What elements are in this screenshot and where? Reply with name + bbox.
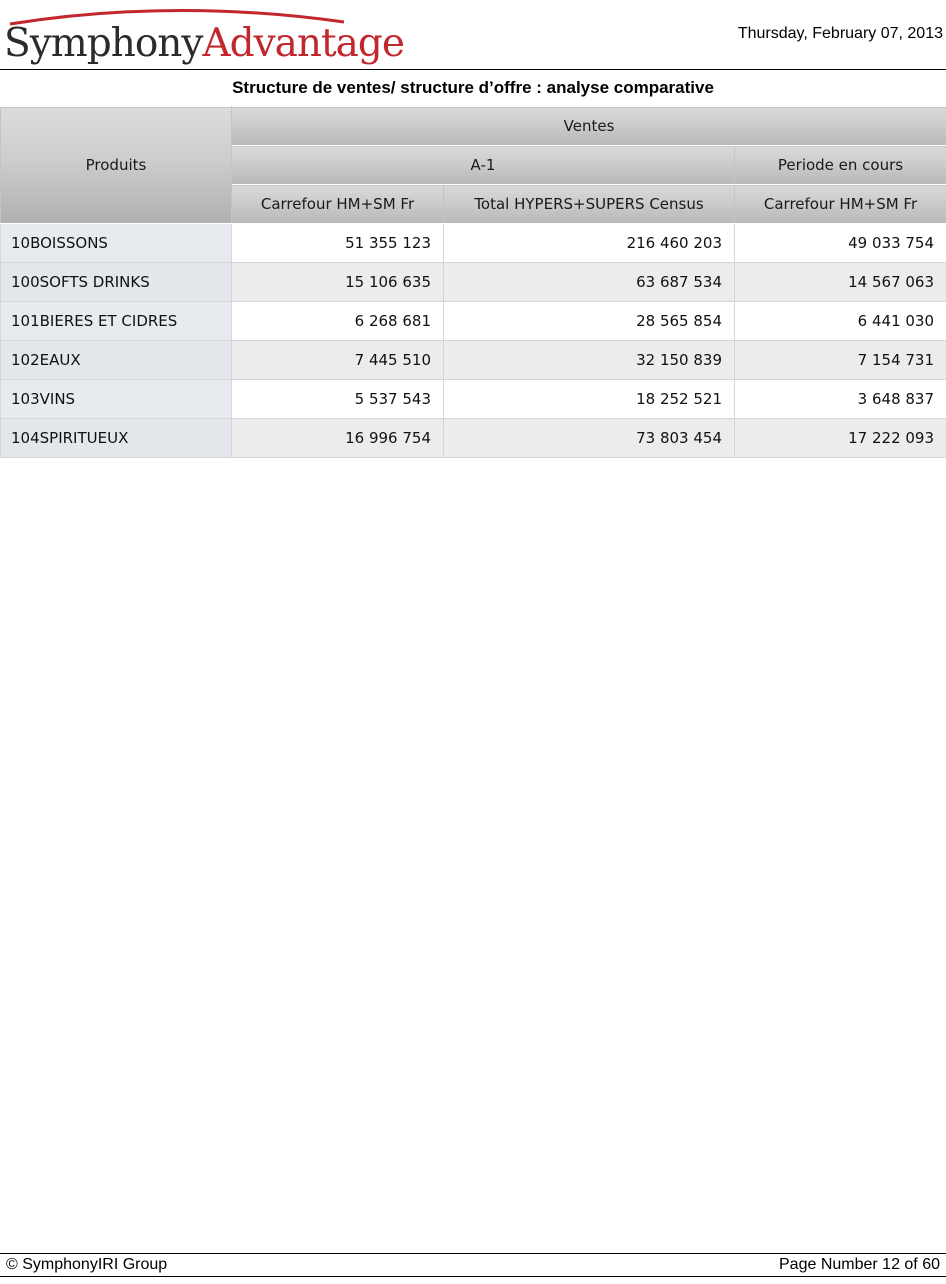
table-row: 100SOFTS DRINKS 15 106 635 63 687 534 14… [0, 262, 946, 302]
table-row: 10BOISSONS 51 355 123 216 460 203 49 033… [0, 223, 946, 263]
logo-word-symphony: Symphony [4, 21, 203, 66]
cell-value: 28 565 854 [443, 301, 735, 341]
cell-value: 6 441 030 [733, 301, 946, 341]
table-row: 102EAUX 7 445 510 32 150 839 7 154 731 [0, 340, 946, 380]
cell-value: 5 537 543 [231, 379, 444, 419]
cell-value: 17 222 093 [733, 418, 946, 458]
table-row: 103VINS 5 537 543 18 252 521 3 648 837 [0, 379, 946, 419]
row-label: 103VINS [0, 379, 232, 419]
copyright-text: © SymphonyIRI Group [6, 1256, 168, 1273]
column-header-period-a1: A-1 [231, 145, 735, 185]
cell-value: 63 687 534 [443, 262, 735, 302]
column-header-ventes: Ventes [230, 106, 946, 146]
row-label: 101BIERES ET CIDRES [0, 301, 232, 341]
cell-value: 16 996 754 [231, 418, 444, 458]
page-number: Page Number 12 of 60 [779, 1256, 940, 1273]
cell-value: 6 268 681 [231, 301, 444, 341]
cell-value: 15 106 635 [231, 262, 444, 302]
row-label: 102EAUX [0, 340, 232, 380]
report-date: Thursday, February 07, 2013 [737, 25, 943, 42]
cell-value: 18 252 521 [443, 379, 735, 419]
logo-wordmark: SymphonyAdvantage [4, 20, 405, 68]
row-label: 100SOFTS DRINKS [0, 262, 232, 302]
report-title: Structure de ventes/ structure d’offre :… [232, 78, 714, 97]
symphony-advantage-logo: SymphonyAdvantage [4, 4, 405, 68]
cell-value: 216 460 203 [443, 223, 735, 263]
table-body: 10BOISSONS 51 355 123 216 460 203 49 033… [0, 223, 946, 458]
table-row: 104SPIRITUEUX 16 996 754 73 803 454 17 2… [0, 418, 946, 458]
column-header-period-current: Periode en cours [733, 145, 946, 185]
logo-word-advantage: Advantage [202, 21, 405, 66]
column-header-produits: Produits [0, 106, 232, 224]
column-header-market-carrefour-current: Carrefour HM+SM Fr [733, 184, 946, 224]
cell-value: 3 648 837 [733, 379, 946, 419]
row-label: 10BOISSONS [0, 223, 232, 263]
row-label: 104SPIRITUEUX [0, 418, 232, 458]
cell-value: 14 567 063 [733, 262, 946, 302]
sales-structure-table-container: Produits Ventes A-1 Periode en cours Car… [0, 106, 946, 458]
table-row: 101BIERES ET CIDRES 6 268 681 28 565 854… [0, 301, 946, 341]
column-header-market-total-census: Total HYPERS+SUPERS Census [443, 184, 735, 224]
cell-value: 32 150 839 [443, 340, 735, 380]
page-footer: © SymphonyIRI Group Page Number 12 of 60 [0, 1253, 946, 1277]
cell-value: 73 803 454 [443, 418, 735, 458]
column-header-market-carrefour-a1: Carrefour HM+SM Fr [231, 184, 444, 224]
cell-value: 7 154 731 [733, 340, 946, 380]
cell-value: 51 355 123 [231, 223, 444, 263]
header-row-measure: Produits Ventes [0, 106, 946, 224]
cell-value: 7 445 510 [231, 340, 444, 380]
cell-value: 49 033 754 [733, 223, 946, 263]
page-header: SymphonyAdvantage Thursday, February 07,… [0, 0, 946, 70]
table-header: Produits Ventes A-1 Periode en cours Car… [0, 106, 946, 224]
sales-structure-table: Produits Ventes A-1 Periode en cours Car… [0, 106, 946, 458]
